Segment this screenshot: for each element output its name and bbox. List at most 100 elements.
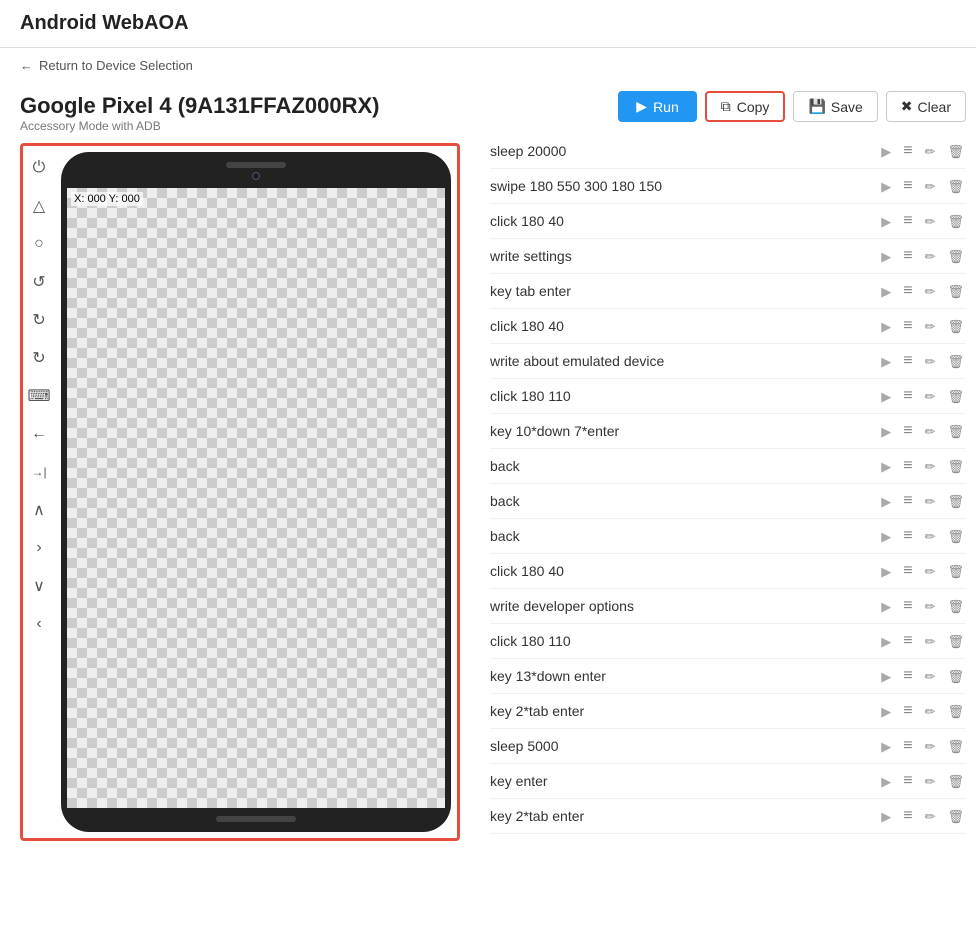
back-link[interactable]: ← Return to Device Selection <box>0 48 976 83</box>
command-run-icon[interactable] <box>879 561 893 582</box>
command-menu-icon[interactable] <box>901 525 914 547</box>
copy-button[interactable]: ⧉ Copy <box>705 91 786 122</box>
command-menu-icon[interactable] <box>901 560 914 582</box>
command-menu-icon[interactable] <box>901 385 914 407</box>
command-menu-icon[interactable] <box>901 630 914 652</box>
command-delete-icon[interactable] <box>945 526 966 547</box>
command-menu-icon[interactable] <box>901 175 914 197</box>
chevron-down-icon[interactable]: ∨ <box>27 574 51 598</box>
run-button[interactable]: ▶ Run <box>618 91 696 122</box>
command-menu-icon[interactable] <box>901 315 914 337</box>
command-run-icon[interactable] <box>879 211 893 232</box>
command-run-icon[interactable] <box>879 526 893 547</box>
command-run-icon[interactable] <box>879 421 893 442</box>
command-run-icon[interactable] <box>879 666 893 687</box>
phone-speaker-bottom <box>216 816 296 822</box>
command-edit-icon[interactable] <box>923 561 938 582</box>
command-run-icon[interactable] <box>879 806 893 827</box>
command-menu-icon[interactable] <box>901 490 914 512</box>
command-edit-icon[interactable] <box>923 736 938 757</box>
circle-icon[interactable]: ○ <box>27 232 51 256</box>
command-run-icon[interactable] <box>879 386 893 407</box>
command-edit-icon[interactable] <box>923 456 938 477</box>
command-delete-icon[interactable] <box>945 806 966 827</box>
command-run-icon[interactable] <box>879 141 893 162</box>
command-delete-icon[interactable] <box>945 666 966 687</box>
command-edit-icon[interactable] <box>923 176 938 197</box>
command-menu-icon[interactable] <box>901 280 914 302</box>
command-delete-icon[interactable] <box>945 141 966 162</box>
command-delete-icon[interactable] <box>945 246 966 267</box>
chevron-left-icon[interactable]: ‹ <box>27 612 51 636</box>
command-menu-icon[interactable] <box>901 140 914 162</box>
command-run-icon[interactable] <box>879 596 893 617</box>
command-edit-icon[interactable] <box>923 351 938 372</box>
command-delete-icon[interactable] <box>945 736 966 757</box>
command-menu-icon[interactable] <box>901 770 914 792</box>
command-delete-icon[interactable] <box>945 176 966 197</box>
command-menu-icon[interactable] <box>901 210 914 232</box>
command-menu-icon[interactable] <box>901 595 914 617</box>
command-delete-icon[interactable] <box>945 491 966 512</box>
clear-button[interactable]: ✖ Clear <box>886 91 966 122</box>
command-run-icon[interactable] <box>879 246 893 267</box>
command-menu-icon[interactable] <box>901 805 914 827</box>
command-edit-icon[interactable] <box>923 806 938 827</box>
command-edit-icon[interactable] <box>923 771 938 792</box>
command-menu-icon[interactable] <box>901 245 914 267</box>
command-run-icon[interactable] <box>879 491 893 512</box>
command-run-icon[interactable] <box>879 771 893 792</box>
command-run-icon[interactable] <box>879 281 893 302</box>
command-run-icon[interactable] <box>879 176 893 197</box>
command-edit-icon[interactable] <box>923 211 938 232</box>
rotate-cw2-icon[interactable]: ↻ <box>27 346 51 370</box>
command-delete-icon[interactable] <box>945 281 966 302</box>
command-delete-icon[interactable] <box>945 771 966 792</box>
command-delete-icon[interactable] <box>945 351 966 372</box>
command-delete-icon[interactable] <box>945 211 966 232</box>
command-edit-icon[interactable] <box>923 526 938 547</box>
command-delete-icon[interactable] <box>945 701 966 722</box>
power-icon[interactable]: ⏻ <box>27 156 51 180</box>
command-edit-icon[interactable] <box>923 596 938 617</box>
command-edit-icon[interactable] <box>923 316 938 337</box>
command-menu-icon[interactable] <box>901 735 914 757</box>
command-delete-icon[interactable] <box>945 631 966 652</box>
command-edit-icon[interactable] <box>923 386 938 407</box>
command-run-icon[interactable] <box>879 456 893 477</box>
command-delete-icon[interactable] <box>945 596 966 617</box>
command-menu-icon[interactable] <box>901 420 914 442</box>
command-run-icon[interactable] <box>879 631 893 652</box>
save-button[interactable]: 💾 Save <box>793 91 877 122</box>
command-delete-icon[interactable] <box>945 386 966 407</box>
command-edit-icon[interactable] <box>923 666 938 687</box>
command-menu-icon[interactable] <box>901 455 914 477</box>
command-edit-icon[interactable] <box>923 281 938 302</box>
command-delete-icon[interactable] <box>945 456 966 477</box>
command-edit-icon[interactable] <box>923 491 938 512</box>
command-run-icon[interactable] <box>879 351 893 372</box>
command-edit-icon[interactable] <box>923 246 938 267</box>
arrow-left-icon[interactable]: ← <box>27 422 51 446</box>
command-edit-icon[interactable] <box>923 421 938 442</box>
command-menu-icon[interactable] <box>901 665 914 687</box>
command-run-icon[interactable] <box>879 316 893 337</box>
command-edit-icon[interactable] <box>923 701 938 722</box>
command-run-icon[interactable] <box>879 736 893 757</box>
keyboard-icon[interactable]: ⌨ <box>27 384 51 408</box>
rotate-cw-icon[interactable]: ↺ <box>27 308 51 332</box>
command-run-icon[interactable] <box>879 701 893 722</box>
command-delete-icon[interactable] <box>945 316 966 337</box>
command-delete-icon[interactable] <box>945 421 966 442</box>
command-menu-icon[interactable] <box>901 350 914 372</box>
phone-screen[interactable]: X: 000 Y: 000 <box>67 188 445 808</box>
arrow-right-in-icon[interactable]: →| <box>27 460 51 484</box>
command-edit-icon[interactable] <box>923 141 938 162</box>
chevron-right-icon[interactable]: › <box>27 536 51 560</box>
command-edit-icon[interactable] <box>923 631 938 652</box>
command-delete-icon[interactable] <box>945 561 966 582</box>
rotate-ccw-icon[interactable]: ↺ <box>27 270 51 294</box>
chevron-up-icon[interactable]: ∧ <box>27 498 51 522</box>
command-menu-icon[interactable] <box>901 700 914 722</box>
home-icon[interactable]: △ <box>27 194 51 218</box>
